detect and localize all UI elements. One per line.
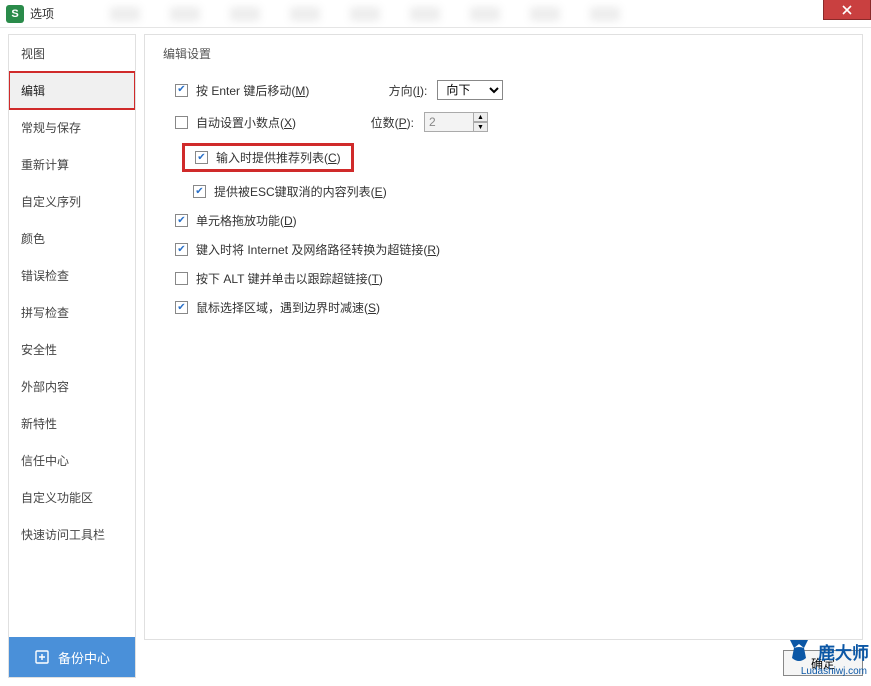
places-spinner[interactable]: ▲▼ <box>424 112 488 132</box>
places-input <box>424 112 474 132</box>
checkbox-move-after-enter[interactable] <box>175 84 188 97</box>
sidebar-item-4[interactable]: 自定义序列 <box>9 183 135 220</box>
places-up[interactable]: ▲ <box>474 112 488 122</box>
row-esc-list: 提供被ESC键取消的内容列表(E) <box>163 177 844 206</box>
row-move-after-enter: 按 Enter 键后移动(M) 方向(I): 向下向上向左向右 <box>163 74 844 106</box>
blurred-background <box>110 4 801 24</box>
sidebar-item-0[interactable]: 视图 <box>9 35 135 72</box>
sidebar-item-2[interactable]: 常规与保存 <box>9 109 135 146</box>
close-button[interactable] <box>823 0 871 20</box>
label-hyperlink: 键入时将 Internet 及网络路径转换为超链接(R) <box>196 241 440 258</box>
row-auto-decimal: 自动设置小数点(X) 位数(P): ▲▼ <box>163 106 844 138</box>
sidebar-item-10[interactable]: 新特性 <box>9 405 135 442</box>
places-label: 位数(P): <box>364 114 414 131</box>
dialog-body: 视图编辑常规与保存重新计算自定义序列颜色错误检查拼写检查安全性外部内容新特性信任… <box>8 34 863 678</box>
sidebar-item-9[interactable]: 外部内容 <box>9 368 135 405</box>
sidebar: 视图编辑常规与保存重新计算自定义序列颜色错误检查拼写检查安全性外部内容新特性信任… <box>8 34 136 678</box>
settings-panel: 编辑设置 按 Enter 键后移动(M) 方向(I): 向下向上向左向右 自动设… <box>144 34 863 640</box>
direction-select[interactable]: 向下向上向左向右 <box>437 80 503 100</box>
label-esc-list: 提供被ESC键取消的内容列表(E) <box>214 183 387 200</box>
checkbox-autocomplete[interactable] <box>195 151 208 164</box>
row-alt-click: 按下 ALT 键并单击以跟踪超链接(T) <box>163 264 844 293</box>
direction-label: 方向(I): <box>377 82 427 99</box>
sidebar-item-13[interactable]: 快速访问工具栏 <box>9 516 135 553</box>
places-down[interactable]: ▼ <box>474 122 488 132</box>
checkbox-auto-decimal[interactable] <box>175 116 188 129</box>
label-auto-decimal: 自动设置小数点(X) <box>196 114 296 131</box>
row-hyperlink: 键入时将 Internet 及网络路径转换为超链接(R) <box>163 235 844 264</box>
sidebar-item-6[interactable]: 错误检查 <box>9 257 135 294</box>
highlight-autocomplete: 输入时提供推荐列表(C) <box>183 144 353 171</box>
sidebar-item-3[interactable]: 重新计算 <box>9 146 135 183</box>
checkbox-hyperlink[interactable] <box>175 243 188 256</box>
sidebar-item-5[interactable]: 颜色 <box>9 220 135 257</box>
checkbox-alt-click[interactable] <box>175 272 188 285</box>
section-title: 编辑设置 <box>163 45 844 62</box>
sidebar-items: 视图编辑常规与保存重新计算自定义序列颜色错误检查拼写检查安全性外部内容新特性信任… <box>9 35 135 633</box>
backup-center-label: 备份中心 <box>58 648 110 667</box>
checkbox-mouse-select[interactable] <box>175 301 188 314</box>
sidebar-item-7[interactable]: 拼写检查 <box>9 294 135 331</box>
main-panel: 编辑设置 按 Enter 键后移动(M) 方向(I): 向下向上向左向右 自动设… <box>144 34 863 678</box>
label-drag-fill: 单元格拖放功能(D) <box>196 212 297 229</box>
app-icon: S <box>6 5 24 23</box>
sidebar-item-8[interactable]: 安全性 <box>9 331 135 368</box>
label-move-after-enter: 按 Enter 键后移动(M) <box>196 82 309 99</box>
window-title: 选项 <box>30 5 54 22</box>
backup-icon <box>34 649 50 665</box>
backup-center-button[interactable]: 备份中心 <box>9 637 135 677</box>
checkbox-esc-list[interactable] <box>193 185 206 198</box>
dialog-footer: 确定 <box>144 640 863 678</box>
sidebar-item-1[interactable]: 编辑 <box>9 72 135 109</box>
sidebar-item-11[interactable]: 信任中心 <box>9 442 135 479</box>
row-drag-fill: 单元格拖放功能(D) <box>163 206 844 235</box>
titlebar: S 选项 <box>0 0 871 28</box>
label-mouse-select: 鼠标选择区域，遇到边界时减速(S) <box>196 299 380 316</box>
row-autocomplete: 输入时提供推荐列表(C) <box>163 138 844 177</box>
close-icon <box>841 4 853 16</box>
label-autocomplete: 输入时提供推荐列表(C) <box>216 149 341 166</box>
ok-button[interactable]: 确定 <box>783 650 863 676</box>
sidebar-item-12[interactable]: 自定义功能区 <box>9 479 135 516</box>
checkbox-drag-fill[interactable] <box>175 214 188 227</box>
row-mouse-select: 鼠标选择区域，遇到边界时减速(S) <box>163 293 844 322</box>
label-alt-click: 按下 ALT 键并单击以跟踪超链接(T) <box>196 270 383 287</box>
